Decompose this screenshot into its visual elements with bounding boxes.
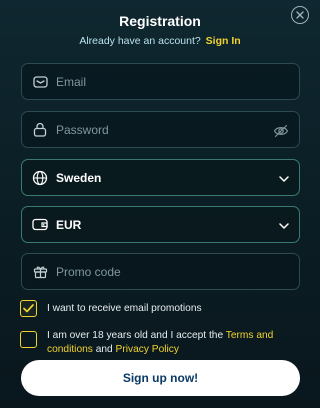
currency-select[interactable]: EUR [21,206,300,243]
signup-button[interactable]: Sign up now! [21,360,300,396]
email-field[interactable]: Email [21,63,300,100]
signin-link[interactable]: Sign In [206,35,241,47]
signin-prompt: Already have an account? Sign In [0,35,320,47]
eye-off-icon [273,124,289,137]
terms-label: I am over 18 years old and I accept the … [47,329,305,357]
password-field[interactable]: Password [21,111,300,148]
checkmark-icon [23,304,34,313]
promotions-checkbox[interactable] [20,300,37,317]
privacy-policy-link[interactable]: Privacy Policy [116,344,179,355]
promo-code-placeholder: Promo code [56,264,121,279]
password-visibility-toggle[interactable] [273,112,289,149]
currency-value: EUR [56,217,82,232]
signin-prompt-text: Already have an account? [79,35,201,47]
chevron-down-icon [279,160,289,197]
country-value: Sweden [56,170,102,185]
terms-text-and: and [92,344,116,355]
lock-icon [24,111,56,148]
promotions-checkbox-row[interactable]: I want to receive email promotions [20,300,202,317]
terms-checkbox-row[interactable]: I am over 18 years old and I accept the … [20,329,305,357]
gift-icon [24,253,56,290]
globe-icon [24,159,56,196]
promotions-label: I want to receive email promotions [47,303,202,314]
password-placeholder: Password [56,122,109,137]
page-title: Registration [119,13,201,29]
chevron-down-icon [279,207,289,244]
terms-checkbox[interactable] [20,331,37,348]
promo-code-field[interactable]: Promo code [21,253,300,290]
email-placeholder: Email [56,74,87,89]
terms-text-before: I am over 18 years old and I accept the [47,330,226,341]
country-select[interactable]: Sweden [21,159,300,196]
wallet-icon [24,206,56,243]
envelope-icon [24,63,56,100]
